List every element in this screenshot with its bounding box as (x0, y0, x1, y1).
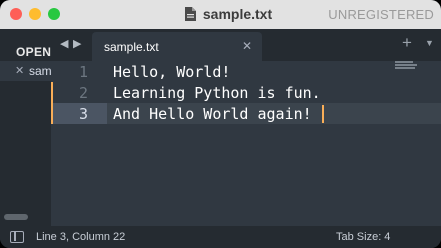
line-text[interactable]: And Hello World again! (113, 105, 312, 123)
sidebar: OPEN FILES ✕ sample.txt (0, 29, 51, 226)
chevron-left-icon[interactable]: ◀ (60, 37, 68, 50)
tab-bar: ◀ ▶ sample.txt ✕ + ▼ (51, 29, 441, 61)
line-number: 1 (78, 63, 88, 81)
sidebar-toggle-icon[interactable] (10, 231, 24, 243)
sidebar-scrollbar[interactable] (4, 214, 28, 220)
editor-line[interactable]: 1 Hello, World! (51, 61, 441, 82)
plus-icon[interactable]: + (402, 33, 412, 53)
code-editor[interactable]: 1 Hello, World! 2 Learning Python is fun… (51, 61, 441, 226)
status-bar: Line 3, Column 22 Tab Size: 4 (0, 226, 441, 248)
license-status: UNREGISTERED (328, 7, 434, 22)
tab-label: sample.txt (104, 40, 159, 54)
chevron-right-icon[interactable]: ▶ (73, 37, 81, 50)
chevron-down-icon[interactable]: ▼ (425, 38, 434, 48)
cursor-position[interactable]: Line 3, Column 22 (36, 231, 125, 243)
sidebar-file-label[interactable]: sample.txt (29, 64, 51, 78)
title-bar: sample.txt UNREGISTERED (0, 0, 441, 29)
close-file-icon[interactable]: ✕ (15, 64, 24, 77)
line-text[interactable]: Hello, World! (113, 63, 230, 81)
editor-line[interactable]: 2 Learning Python is fun. (51, 82, 441, 103)
line-text[interactable]: Learning Python is fun. (113, 84, 321, 102)
editor-window: sample.txt UNREGISTERED OPEN FILES ✕ sam… (0, 0, 441, 248)
sidebar-file-item[interactable]: ✕ sample.txt (0, 61, 51, 81)
text-caret (322, 105, 324, 123)
tab-sample-txt[interactable]: sample.txt ✕ (92, 32, 262, 61)
window-title: sample.txt (202, 6, 273, 22)
tab-size-indicator[interactable]: Tab Size: 4 (336, 231, 390, 243)
line-number: 2 (78, 84, 88, 102)
line-number: 3 (78, 105, 88, 123)
close-icon[interactable]: ✕ (242, 39, 252, 53)
sidebar-header: OPEN FILES (16, 45, 51, 59)
editor-line-active[interactable]: 3 And Hello World again! (51, 103, 441, 124)
document-icon (184, 7, 196, 21)
